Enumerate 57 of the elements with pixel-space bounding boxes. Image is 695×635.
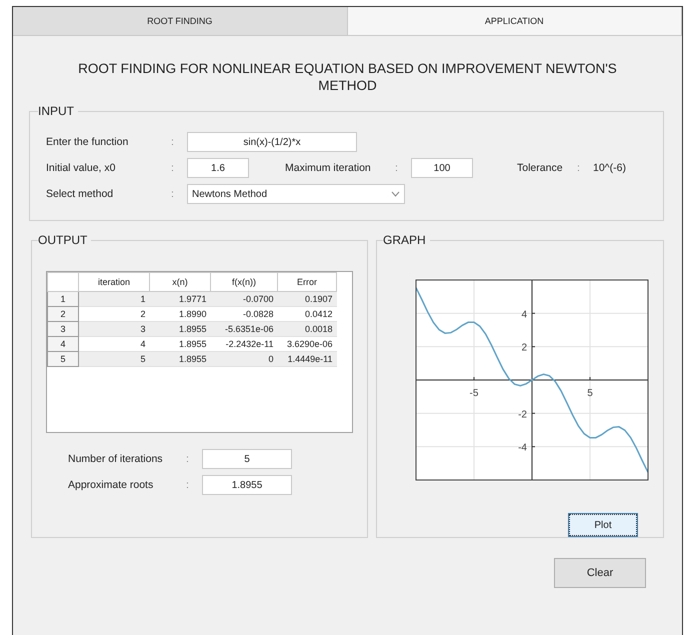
- colon: :: [171, 188, 175, 200]
- field-label: Maximum iteration: [285, 162, 372, 174]
- table-cell: 0.0018: [278, 322, 336, 336]
- table-cell: 3: [78, 322, 150, 336]
- colon: :: [395, 162, 399, 174]
- table-cell: 1.8955: [150, 352, 210, 366]
- field-label: Select method: [46, 188, 114, 200]
- row-number: 4: [48, 336, 78, 352]
- panel-title: INPUT: [38, 104, 75, 118]
- field-label: Number of iterations: [68, 453, 164, 465]
- table-cell: -0.0700: [210, 292, 278, 306]
- field-label: Initial value, x0: [46, 162, 116, 174]
- clear-button[interactable]: Clear: [554, 558, 646, 588]
- colon: :: [171, 162, 175, 174]
- field-label: Approximate roots: [68, 479, 154, 491]
- row-number: 2: [48, 306, 78, 322]
- caret-icon: [391, 191, 400, 197]
- tick-label: -4: [518, 442, 527, 454]
- column-header: x(n): [150, 272, 210, 292]
- row-number: 5: [48, 352, 78, 366]
- column-header: iteration: [78, 272, 150, 292]
- column-header: f(x(n)): [210, 272, 278, 292]
- table-cell: 1.9771: [150, 292, 210, 306]
- colon: :: [171, 136, 175, 148]
- tick-label: 5: [587, 388, 593, 399]
- tick-label: -5: [470, 388, 478, 399]
- row-number: 1: [48, 292, 78, 306]
- table-cell: -5.6351e-06: [210, 322, 278, 336]
- table-cell: 5: [78, 352, 150, 366]
- roots-field[interactable]: 1.8955: [202, 475, 292, 495]
- method-dropdown[interactable]: Newtons Method: [187, 184, 405, 204]
- table-cell: 0.1907: [278, 292, 336, 306]
- function-field[interactable]: sin(x)-(1/2)*x: [187, 132, 357, 152]
- plot-button[interactable]: Plot: [569, 514, 637, 536]
- tick-label: 2: [521, 342, 527, 354]
- tolerance-value: 10^(-6): [593, 162, 626, 174]
- column-header: Error: [278, 272, 336, 292]
- colon: :: [577, 162, 581, 174]
- max-iteration-field[interactable]: 100: [411, 158, 473, 178]
- table-cell: 0: [210, 352, 278, 366]
- colon: :: [186, 453, 190, 465]
- table-cell: 1.4449e-11: [278, 352, 336, 366]
- colon: :: [186, 479, 190, 491]
- page-title: ROOT FINDING FOR NONLINEAR EQUATION BASED ON IMPROVEMENT NEWTON'S METHOD: [77, 60, 618, 94]
- panel-title: GRAPH: [383, 233, 427, 247]
- panel-title: OUTPUT: [38, 233, 88, 247]
- table-cell: 1.8955: [150, 322, 210, 336]
- field-label: Enter the function: [46, 136, 130, 148]
- field-label: Tolerance: [517, 162, 564, 174]
- iterations-field[interactable]: 5: [202, 449, 292, 469]
- table-cell: 1: [78, 292, 150, 306]
- tab[interactable]: ROOT FINDING: [13, 7, 348, 35]
- tick-label: 4: [521, 309, 527, 320]
- row-number: 3: [48, 322, 78, 336]
- initial-value-field[interactable]: 1.6: [187, 158, 249, 178]
- tick-label: -2: [518, 409, 527, 420]
- tab[interactable]: APPLICATION: [348, 7, 682, 35]
